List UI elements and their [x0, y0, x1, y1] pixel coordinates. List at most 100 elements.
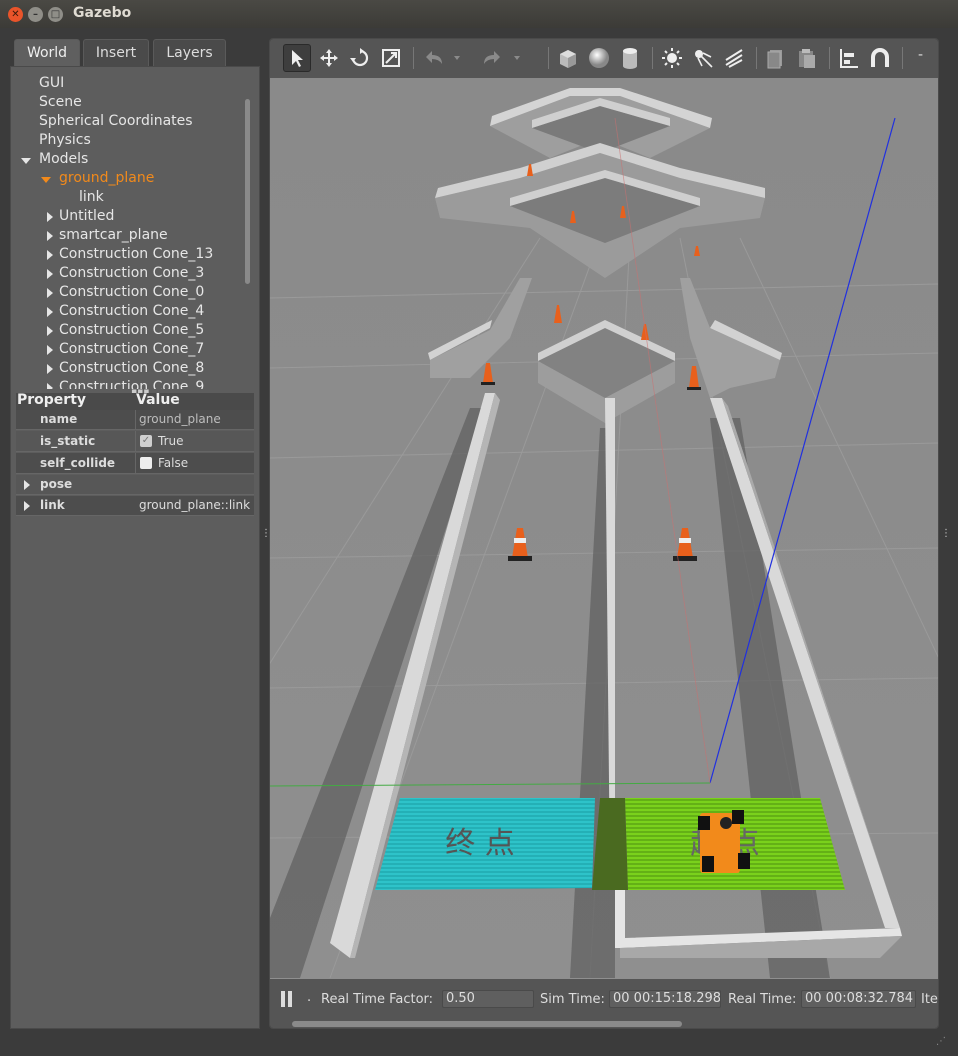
expand-cone-0-icon[interactable] — [47, 288, 53, 298]
expand-ground-plane-icon[interactable] — [41, 177, 51, 183]
is-static-checkbox[interactable]: ✓ — [140, 435, 152, 447]
sim-time-label: Sim Time: — [540, 992, 605, 1007]
finish-zone-label: 终 点 — [445, 826, 515, 861]
chevron-down-icon — [514, 56, 520, 60]
tree-item-smartcar-plane[interactable]: smartcar_plane — [59, 226, 168, 245]
pause-button[interactable] — [280, 990, 294, 1008]
select-icon — [292, 50, 303, 67]
expand-cone-3-icon[interactable] — [47, 269, 53, 279]
undo-history-dropdown[interactable] — [450, 44, 464, 72]
chevron-down-icon — [454, 56, 460, 60]
is-static-value: True — [158, 434, 184, 448]
expand-cone-8-icon[interactable] — [47, 364, 53, 374]
real-time-label: Real Time: — [728, 992, 797, 1007]
copy-button[interactable] — [762, 44, 790, 72]
redo-history-dropdown[interactable] — [510, 44, 524, 72]
tree-item-untitled[interactable]: Untitled — [59, 207, 114, 226]
status-scrollbar[interactable] — [292, 1021, 682, 1027]
tree-item-cone-13[interactable]: Construction Cone_13 — [59, 245, 213, 264]
property-row-is-static[interactable]: is_static ✓ True — [16, 431, 254, 452]
status-bar: . Real Time Factor: 0.50 Sim Time: 00 00… — [270, 979, 938, 1028]
tree-item-link[interactable]: link — [79, 188, 104, 207]
value-column-header: Value — [136, 392, 180, 408]
sphere-icon — [589, 48, 609, 68]
right-panel-collapse-handle[interactable]: ⋮ — [941, 528, 951, 539]
property-row-name[interactable]: name ground_plane — [16, 410, 254, 430]
tree-item-cone-5[interactable]: Construction Cone_5 — [59, 321, 204, 340]
rotate-icon — [350, 48, 369, 67]
scale-icon — [382, 49, 400, 67]
expand-cone-13-icon[interactable] — [47, 250, 53, 260]
insert-cylinder-button[interactable] — [616, 44, 644, 72]
tree-item-scene[interactable]: Scene — [39, 93, 82, 112]
window-close-button[interactable]: ✕ — [8, 7, 23, 22]
title-bar: ✕ – □ Gazebo — [0, 0, 958, 28]
translate-mode-button[interactable] — [315, 44, 343, 72]
undo-button[interactable] — [420, 44, 448, 72]
scene-render[interactable]: 终 点 起 点 — [270, 78, 939, 979]
expand-cone-7-icon[interactable] — [47, 345, 53, 355]
window-minimize-button[interactable]: – — [28, 7, 43, 22]
insert-spot-light-button[interactable] — [689, 44, 717, 72]
tree-item-spherical-coordinates[interactable]: Spherical Coordinates — [39, 112, 193, 131]
tab-world[interactable]: World — [14, 39, 80, 67]
tree-item-cone-8[interactable]: Construction Cone_8 — [59, 359, 204, 378]
step-button[interactable]: . — [307, 990, 311, 1005]
tree-item-models[interactable]: Models — [39, 150, 88, 169]
pose-label: pose — [40, 477, 73, 491]
window-title: Gazebo — [73, 5, 132, 21]
sim-time-value: 00 00:15:18.298 — [609, 990, 721, 1008]
insert-directional-light-button[interactable] — [720, 44, 748, 72]
rotate-mode-button[interactable] — [346, 44, 374, 72]
scale-mode-button[interactable] — [377, 44, 405, 72]
window-resize-grip[interactable]: ⋰ — [936, 1036, 946, 1047]
3d-viewport[interactable]: 终 点 起 点 — [270, 78, 939, 979]
insert-sphere-button[interactable] — [585, 44, 613, 72]
expand-link-icon[interactable] — [24, 501, 30, 511]
world-tree: GUI Scene Spherical Coordinates Physics … — [11, 71, 251, 389]
tree-item-physics[interactable]: Physics — [39, 131, 91, 150]
expand-cone-9-icon[interactable] — [47, 383, 53, 389]
expand-smartcar-plane-icon[interactable] — [47, 231, 53, 241]
tab-layers[interactable]: Layers — [153, 39, 226, 67]
tree-item-cone-7[interactable]: Construction Cone_7 — [59, 340, 204, 359]
insert-point-light-button[interactable] — [658, 44, 686, 72]
real-time-value: 00 00:08:32.784 — [801, 990, 916, 1008]
tree-scrollbar[interactable] — [245, 99, 250, 284]
copy-icon — [767, 50, 782, 69]
point-light-icon — [662, 48, 682, 68]
redo-button[interactable] — [478, 44, 506, 72]
expand-cone-4-icon[interactable] — [47, 307, 53, 317]
expand-pose-icon[interactable] — [24, 480, 30, 490]
align-button[interactable] — [835, 44, 863, 72]
toolbar-overflow-button[interactable]: - — [918, 47, 923, 63]
is-static-label: is_static — [40, 434, 96, 448]
property-column-header: Property — [17, 392, 87, 408]
self-collide-value: False — [158, 456, 189, 470]
translate-icon — [320, 49, 338, 67]
snap-button[interactable] — [866, 44, 894, 72]
tree-item-cone-3[interactable]: Construction Cone_3 — [59, 264, 204, 283]
property-row-pose[interactable]: pose — [16, 475, 254, 495]
tree-item-gui[interactable]: GUI — [39, 74, 64, 93]
paste-button[interactable] — [793, 44, 821, 72]
tree-item-cone-4[interactable]: Construction Cone_4 — [59, 302, 204, 321]
redo-icon — [484, 51, 500, 64]
tree-item-cone-0[interactable]: Construction Cone_0 — [59, 283, 204, 302]
tree-item-ground-plane[interactable]: ground_plane — [59, 169, 154, 188]
window-maximize-button[interactable]: □ — [48, 7, 63, 22]
expand-cone-5-icon[interactable] — [47, 326, 53, 336]
paste-icon — [799, 49, 815, 68]
property-row-link[interactable]: link ground_plane::link — [16, 496, 254, 516]
left-panel: GUI Scene Spherical Coordinates Physics … — [10, 66, 260, 1029]
select-mode-button[interactable] — [283, 44, 311, 72]
expand-untitled-icon[interactable] — [47, 212, 53, 222]
self-collide-checkbox[interactable] — [140, 457, 152, 469]
insert-box-button[interactable] — [554, 44, 582, 72]
property-row-self-collide[interactable]: self_collide False — [16, 453, 254, 474]
tab-insert[interactable]: Insert — [83, 39, 149, 67]
render-panel: - 终 点 点 . Real Time Factor: 0.50 Sim Tim… — [269, 38, 939, 1029]
undo-icon — [426, 51, 442, 64]
property-name-value: ground_plane — [139, 412, 221, 426]
expand-models-icon[interactable] — [21, 158, 31, 164]
